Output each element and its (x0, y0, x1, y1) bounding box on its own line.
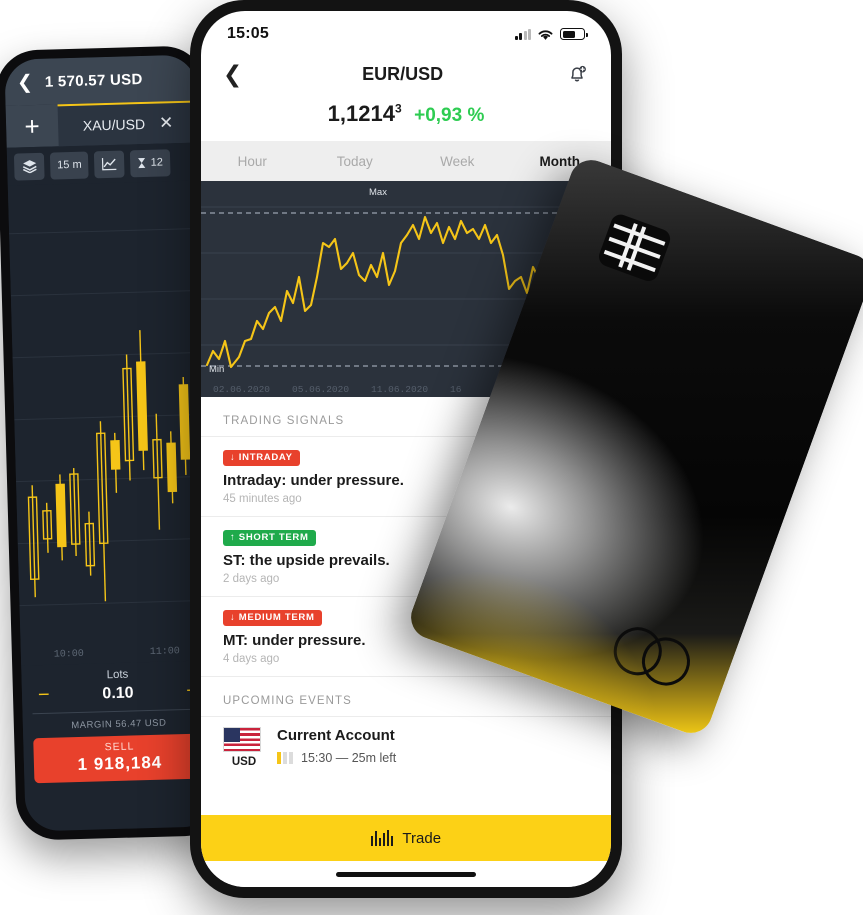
sell-price: 1 918,184 (77, 752, 163, 775)
tab-hour[interactable]: Hour (201, 154, 304, 169)
order-panel: Lots − 0.10 + MARGIN 56.47 USD SELL 1 91… (21, 660, 217, 784)
cellular-signal-icon (514, 28, 531, 40)
event-name: Current Account (277, 727, 395, 744)
dark-header: ❮ 1 570.57 USD (4, 54, 198, 106)
page-title: EUR/USD (362, 63, 444, 84)
list-item[interactable]: USD Current Account 15:30 — 25m left (201, 717, 611, 768)
status-time: 15:05 (227, 25, 269, 42)
status-icons (514, 28, 588, 41)
home-indicator[interactable] (336, 871, 476, 877)
candlestick-icon (370, 830, 394, 846)
chart-max-label: Max (369, 187, 387, 198)
dark-phone-screen: ❮ 1 570.57 USD + XAU/USD ✕ 15 m 12 10:00… (4, 54, 218, 832)
lots-decrement-button[interactable]: − (38, 684, 50, 707)
status-bar: 15:05 (201, 11, 611, 51)
event-time: 15:30 — 25m left (301, 751, 397, 765)
instrument-tab-label: XAU/USD (82, 115, 146, 134)
account-balance: 1 570.57 USD (44, 70, 143, 91)
status-badge: ↓ INTRADAY (223, 449, 300, 466)
event-currency: USD (223, 727, 265, 768)
status-badge: ↑ SHORT TERM (223, 529, 316, 546)
dark-tab-bar: + XAU/USD ✕ (5, 100, 199, 148)
sell-button[interactable]: SELL 1 918,184 (33, 733, 207, 784)
chart-toolbar: 15 m 12 (6, 142, 200, 186)
lots-value: 0.10 (102, 683, 134, 702)
chevron-left-icon[interactable]: ❮ (223, 62, 242, 86)
home-indicator-area (201, 861, 611, 887)
instrument-tab-xauusd[interactable]: XAU/USD ✕ (57, 100, 199, 147)
chevron-left-icon[interactable]: ❮ (17, 72, 34, 93)
currency-code: USD (231, 756, 257, 768)
plus-icon[interactable]: + (6, 104, 59, 147)
date-tick: 05.06.2020 (292, 384, 350, 395)
layers-icon[interactable] (13, 152, 45, 181)
close-icon[interactable]: ✕ (159, 113, 174, 133)
impact-indicator (277, 752, 293, 764)
chart-min-label: Min (209, 364, 225, 375)
two-circles-logo-icon (607, 620, 704, 695)
candlestick-chart[interactable]: 10:00 11:00 (7, 180, 214, 666)
tab-today[interactable]: Today (304, 154, 407, 169)
composite-scene: ❮ 1 570.57 USD + XAU/USD ✕ 15 m 12 10:00… (0, 0, 863, 915)
us-flag-icon (223, 727, 261, 752)
quote-block: 1,12143 +0,93 % (201, 97, 611, 141)
timeframe-button[interactable]: 15 m (49, 151, 90, 180)
period-tab-bar: Hour Today Week Month (201, 141, 611, 181)
emv-chip-icon (596, 211, 673, 284)
date-tick: 02.06.2020 (213, 384, 271, 395)
quote-price: 1,12143 (327, 101, 402, 126)
quote-change: +0,93 % (414, 105, 485, 126)
tab-week[interactable]: Week (406, 154, 509, 169)
trade-label: Trade (402, 829, 442, 847)
hourglass-count-button[interactable]: 12 (130, 148, 171, 177)
bell-add-icon[interactable] (563, 62, 589, 86)
quote-price-pip: 3 (394, 101, 402, 116)
line-chart-icon[interactable] (94, 150, 126, 178)
hourglass-count-label: 12 (150, 156, 164, 169)
nav-bar: ❮ EUR/USD (201, 51, 611, 97)
event-meta: 15:30 — 25m left (277, 751, 589, 765)
time-tick: 11:00 (149, 646, 181, 658)
wifi-icon (538, 29, 553, 40)
battery-icon (560, 28, 588, 40)
time-tick: 10:00 (53, 648, 85, 661)
status-badge: ↓ MEDIUM TERM (223, 609, 322, 626)
date-tick: 16 (450, 384, 462, 395)
trade-button[interactable]: Trade (201, 815, 611, 861)
date-tick: 11.06.2020 (371, 384, 429, 395)
